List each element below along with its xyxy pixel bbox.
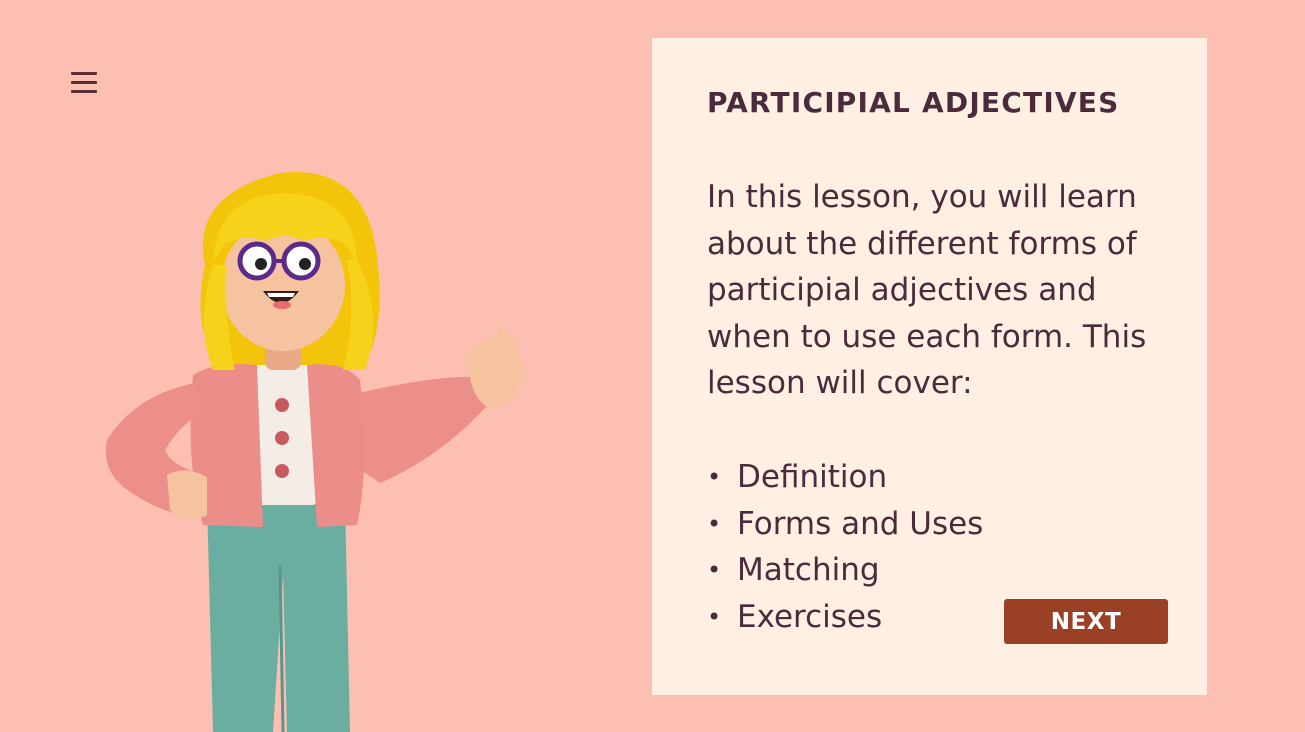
eye [255,258,267,270]
bullet: • [707,602,722,631]
bullet: • [707,556,722,584]
pants-seam [278,564,285,732]
character-illustration [105,172,525,732]
teeth [267,293,295,297]
next-button[interactable]: NEXT [1004,599,1168,644]
topic-label: Definition [737,459,888,495]
lesson-panel: PARTICIPIAL ADJECTIVES In this lesson, y… [652,38,1207,695]
lesson-slide: PARTICIPIAL ADJECTIVES In this lesson, y… [0,0,1305,732]
hand-on-hip [167,470,207,520]
face [221,219,345,351]
shirt-button [275,431,289,445]
list-item: • Forms and Uses [707,501,983,548]
tongue [273,301,291,309]
topic-label: Forms and Uses [737,505,984,542]
jacket-right [307,364,365,527]
pointing-hand [467,315,525,410]
lesson-title: PARTICIPIAL ADJECTIVES [707,86,1120,119]
shirt-button [275,464,289,478]
pants [207,500,350,732]
topic-label: Matching [737,552,880,588]
jacket-sleeve [350,376,495,483]
shirt-button [275,398,289,412]
lesson-intro: In this lesson, you will learn about the… [707,179,1147,401]
menu-bar [71,90,97,93]
hamburger-menu-icon[interactable] [64,66,104,102]
eye [299,258,311,270]
menu-bar [71,81,97,84]
list-item: • Matching [707,547,983,594]
bullet: • [707,509,722,538]
list-item: • Exercises [707,594,983,641]
list-item: • Definition [707,454,983,501]
bullet: • [707,463,722,491]
topic-label: Exercises [737,598,883,635]
menu-bar [71,72,97,75]
topic-list: • Definition • Forms and Uses • Matching • E… [707,454,983,640]
